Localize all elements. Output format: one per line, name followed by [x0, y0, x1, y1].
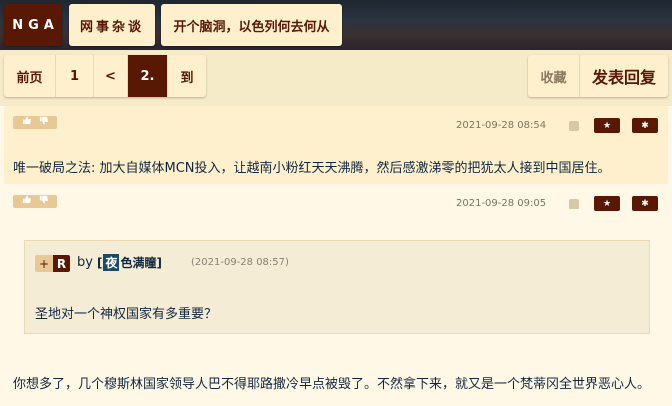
favorite-button[interactable]: 收藏 [528, 55, 580, 97]
android-icon [569, 121, 579, 131]
thumb-up-icon[interactable] [22, 115, 31, 130]
vote-buttons [13, 194, 57, 209]
quote-text: 圣地对一个神权国家有多重要？ [35, 307, 218, 322]
android-icon [569, 199, 579, 209]
post-date: 2021-09-28 09:05 [456, 198, 547, 209]
page-jump-button[interactable]: 到 [168, 55, 206, 97]
quote-expand-button[interactable]: + [35, 255, 53, 272]
page-current: 2. [128, 55, 168, 97]
pagination: 前页 1 < 2. 到 [4, 55, 206, 97]
star-icon[interactable]: ★ [594, 118, 620, 133]
site-logo[interactable]: NGA [4, 4, 62, 46]
quote-author[interactable]: [ 夜 色满瞳 ] [97, 254, 162, 271]
quote-block: + R by [ 夜 色满瞳 ] (2021-09-28 08:57) 圣地对一… [24, 240, 650, 334]
post-date: 2021-09-28 08:54 [456, 120, 547, 131]
reply-button[interactable]: 发表回复 [580, 55, 668, 97]
topic-actions: 收藏 发表回复 [528, 55, 668, 97]
gear-icon[interactable]: ✱ [632, 196, 658, 211]
quote-badge[interactable]: + R [35, 255, 70, 272]
thumb-down-icon[interactable] [39, 195, 49, 209]
author-avatar: 夜 [103, 254, 120, 271]
page-1-button[interactable]: 1 [56, 55, 94, 97]
quote-date: (2021-09-28 08:57) [191, 257, 289, 268]
quote-author-name[interactable]: 色满瞳 [120, 254, 156, 271]
thumb-down-icon[interactable] [39, 116, 49, 130]
breadcrumb-topic[interactable]: 开个脑洞，以色列何去何从 [161, 4, 342, 46]
thumb-up-icon[interactable] [22, 194, 31, 209]
quote-author-bracket-close: ] [156, 255, 162, 270]
quote-author-bracket-open: [ [97, 255, 103, 270]
gear-icon[interactable]: ✱ [632, 118, 658, 133]
post-content: 唯一破局之法: 加大自媒体MCN投入，让越南小粉红天天沸腾，然后感激涕零的把犹太… [13, 161, 611, 176]
page-back-button[interactable]: < [94, 55, 128, 97]
post-content: 你想多了，几个穆斯林国家领导人巴不得耶路撒冷早点被毁了。不然拿下来，就又是一个梵… [13, 377, 651, 392]
page-prev-button[interactable]: 前页 [4, 55, 56, 97]
reply-tag: R [53, 255, 70, 272]
breadcrumb-forum[interactable]: 网事杂谈 [69, 4, 155, 46]
vote-buttons [13, 115, 57, 130]
quote-by-label: by [77, 255, 93, 270]
star-icon[interactable]: ★ [594, 196, 620, 211]
